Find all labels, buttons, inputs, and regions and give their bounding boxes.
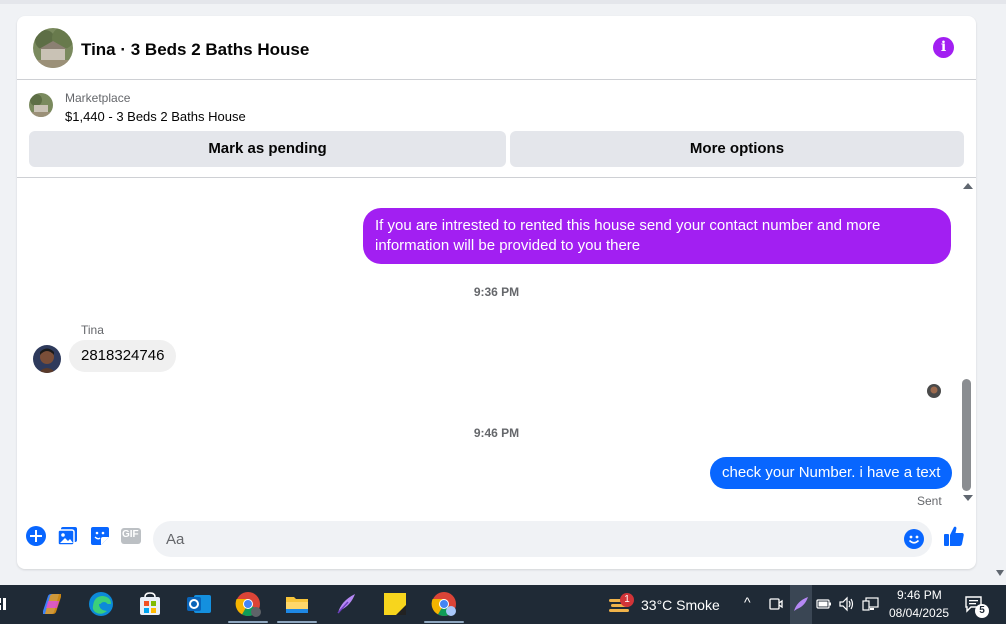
marketplace-bar: Marketplace $1,440 - 3 Beds 2 Baths Hous… <box>17 81 976 178</box>
feather-tray-icon[interactable] <box>790 585 812 624</box>
outgoing-message[interactable]: If you are intrested to rented this hous… <box>363 208 951 264</box>
camera-icon[interactable] <box>768 596 784 612</box>
emoji-icon[interactable] <box>904 529 924 549</box>
chat-panel: Tina · 3 Beds 2 Baths House i Marketplac… <box>17 16 976 569</box>
contact-avatar[interactable] <box>33 345 61 373</box>
notification-badge: 1 <box>620 593 634 607</box>
chat-header: Tina · 3 Beds 2 Baths House i <box>17 16 976 80</box>
message-thread: If you are intrested to rented this hous… <box>17 179 976 508</box>
clock-date[interactable]: 08/04/2025 <box>889 606 949 620</box>
like-icon[interactable] <box>943 525 965 547</box>
outgoing-message[interactable]: check your Number. i have a text <box>710 457 953 489</box>
gif-label: GIF <box>122 529 139 540</box>
add-icon[interactable] <box>25 525 47 547</box>
seen-avatar <box>927 384 941 398</box>
listing-title[interactable]: $1,440 - 3 Beds 2 Baths House <box>65 109 246 124</box>
file-explorer-icon[interactable] <box>284 591 310 617</box>
timestamp: 9:36 PM <box>473 285 520 299</box>
store-icon[interactable] <box>137 591 163 617</box>
info-icon[interactable]: i <box>933 37 954 58</box>
page-scroll-down-arrow[interactable] <box>996 570 1004 576</box>
photo-icon[interactable] <box>57 525 79 547</box>
gif-icon[interactable]: GIF <box>120 525 142 547</box>
message-input[interactable] <box>153 521 932 557</box>
scroll-thumb[interactable] <box>962 379 971 491</box>
scroll-up-arrow[interactable] <box>963 183 973 189</box>
feather-app-icon[interactable] <box>333 591 359 617</box>
sent-status: Sent <box>917 494 942 508</box>
marketplace-label: Marketplace <box>65 91 131 105</box>
composer: GIF <box>17 512 976 564</box>
network-icon[interactable] <box>862 596 880 612</box>
outlook-icon[interactable] <box>186 591 212 617</box>
scrollbar[interactable] <box>959 179 975 508</box>
more-options-button[interactable]: More options <box>510 131 964 167</box>
mark-as-pending-button[interactable]: Mark as pending <box>29 131 506 167</box>
clock-time[interactable]: 9:46 PM <box>897 588 942 602</box>
battery-icon[interactable] <box>816 596 832 612</box>
active-app-indicator <box>424 621 464 623</box>
timestamp: 9:46 PM <box>473 426 520 440</box>
listing-thumbnail[interactable] <box>29 93 53 117</box>
incoming-message[interactable]: 2818324746 <box>69 340 177 372</box>
chat-avatar[interactable] <box>33 28 73 68</box>
active-app-indicator <box>228 621 268 623</box>
sender-name: Tina <box>81 323 104 337</box>
weather-text[interactable]: 33°C Smoke <box>641 597 720 613</box>
sticky-notes-icon[interactable] <box>382 591 408 617</box>
copilot-icon[interactable] <box>39 591 65 617</box>
scroll-down-arrow[interactable] <box>963 495 973 501</box>
top-strip <box>0 0 1006 4</box>
chrome-profile-icon[interactable] <box>431 591 457 617</box>
sticker-icon[interactable] <box>89 525 111 547</box>
volume-icon[interactable] <box>838 596 856 612</box>
widgets-icon[interactable] <box>0 591 18 617</box>
chevron-up-icon[interactable]: ^ <box>744 594 751 610</box>
taskbar: 1 33°C Smoke ^ 9:46 PM 08/04/2025 5 <box>0 585 1006 624</box>
chrome-icon[interactable] <box>235 591 261 617</box>
chat-title[interactable]: Tina · 3 Beds 2 Baths House <box>81 40 309 60</box>
active-app-indicator <box>277 621 317 623</box>
chat-badge: 5 <box>975 604 989 618</box>
edge-icon[interactable] <box>88 591 114 617</box>
